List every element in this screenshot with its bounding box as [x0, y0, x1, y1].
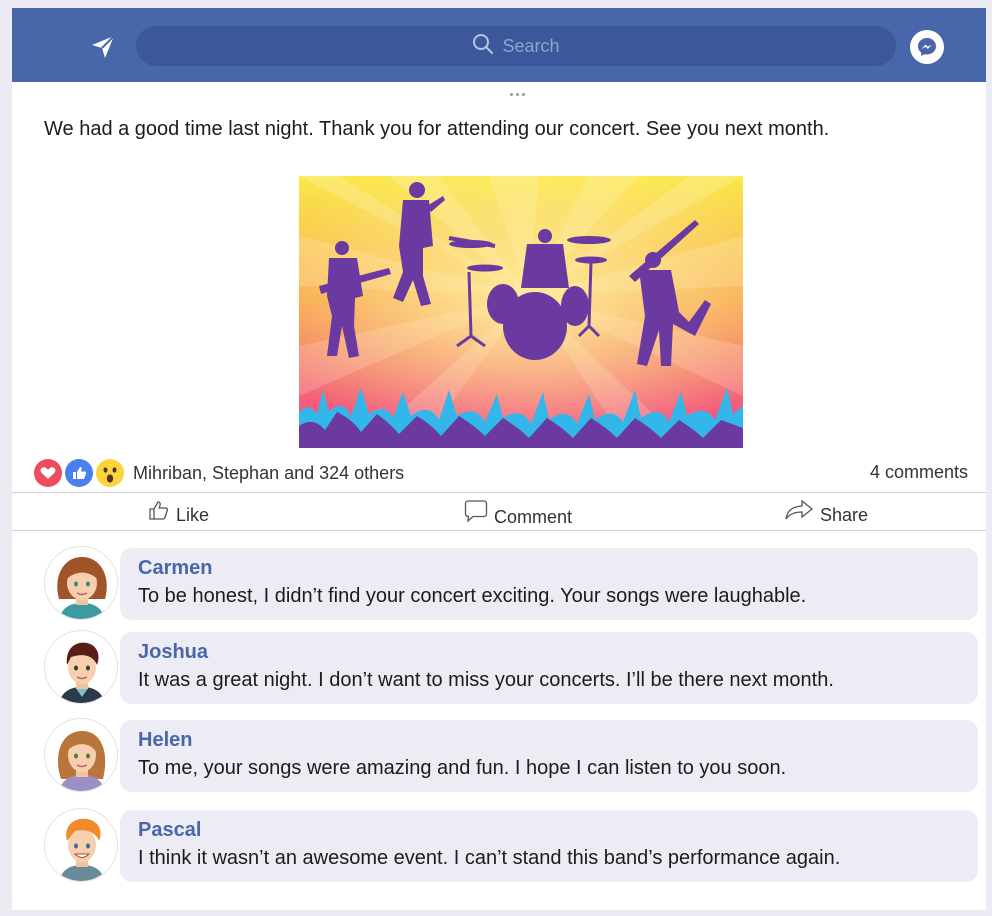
thumbs-up-outline-icon — [148, 499, 170, 526]
wow-face-icon — [96, 459, 124, 487]
like-label: Like — [176, 505, 210, 525]
divider — [12, 492, 986, 493]
reactions-summary[interactable]: Mihriban, Stephan and 324 others — [34, 458, 404, 488]
like-button[interactable]: Like — [148, 499, 209, 526]
messenger-icon[interactable] — [910, 30, 944, 64]
comment-item: Pascal I think it wasn’t an awesome even… — [44, 808, 984, 884]
avatar[interactable] — [44, 630, 118, 704]
comment-text: To me, your songs were amazing and fun. … — [138, 757, 787, 779]
search-icon — [472, 33, 494, 60]
comment-button[interactable]: Comment — [464, 499, 572, 528]
comment-author[interactable]: Joshua — [138, 639, 978, 665]
concert-band-silhouette-image[interactable] — [299, 176, 743, 448]
share-button[interactable]: Share — [784, 499, 868, 526]
speech-bubble-icon — [464, 499, 488, 528]
comment-bubble: Carmen To be honest, I didn’t find your … — [120, 548, 978, 620]
search-input[interactable]: Search — [502, 36, 559, 57]
comment-author[interactable]: Helen — [138, 727, 978, 753]
comment-item: Carmen To be honest, I didn’t find your … — [44, 546, 984, 622]
comment-count[interactable]: 4 comments — [870, 462, 968, 483]
comment-bubble: Pascal I think it wasn’t an awesome even… — [120, 810, 978, 882]
comment-bubble: Helen To me, your songs were amazing and… — [120, 720, 978, 792]
comment-bubble: Joshua It was a great night. I don’t wan… — [120, 632, 978, 704]
comment-author[interactable]: Carmen — [138, 555, 978, 581]
comment-item: Joshua It was a great night. I don’t wan… — [44, 630, 984, 706]
comment-label: Comment — [494, 507, 573, 527]
comment-text: I think it wasn’t an awesome event. I ca… — [138, 847, 841, 869]
avatar[interactable] — [44, 718, 118, 792]
heart-icon — [34, 459, 62, 487]
share-arrow-icon — [784, 499, 814, 526]
avatar[interactable] — [44, 808, 118, 882]
comment-item: Helen To me, your songs were amazing and… — [44, 718, 984, 794]
post-actions: Like Comment Share — [12, 497, 986, 533]
paper-plane-icon[interactable] — [86, 30, 120, 64]
more-options-icon[interactable] — [497, 86, 537, 102]
share-label: Share — [820, 505, 869, 525]
search-bar[interactable]: Search — [136, 26, 896, 66]
comment-author[interactable]: Pascal — [138, 817, 978, 843]
divider — [12, 530, 986, 531]
thumbs-up-icon — [65, 459, 93, 487]
comment-text: It was a great night. I don’t want to mi… — [138, 669, 834, 691]
reactions-names[interactable]: Mihriban, Stephan and 324 others — [133, 463, 404, 484]
post-text: We had a good time last night. Thank you… — [44, 118, 830, 140]
avatar[interactable] — [44, 546, 118, 620]
comment-text: To be honest, I didn’t find your concert… — [138, 585, 807, 607]
top-bar: Search — [12, 8, 986, 82]
